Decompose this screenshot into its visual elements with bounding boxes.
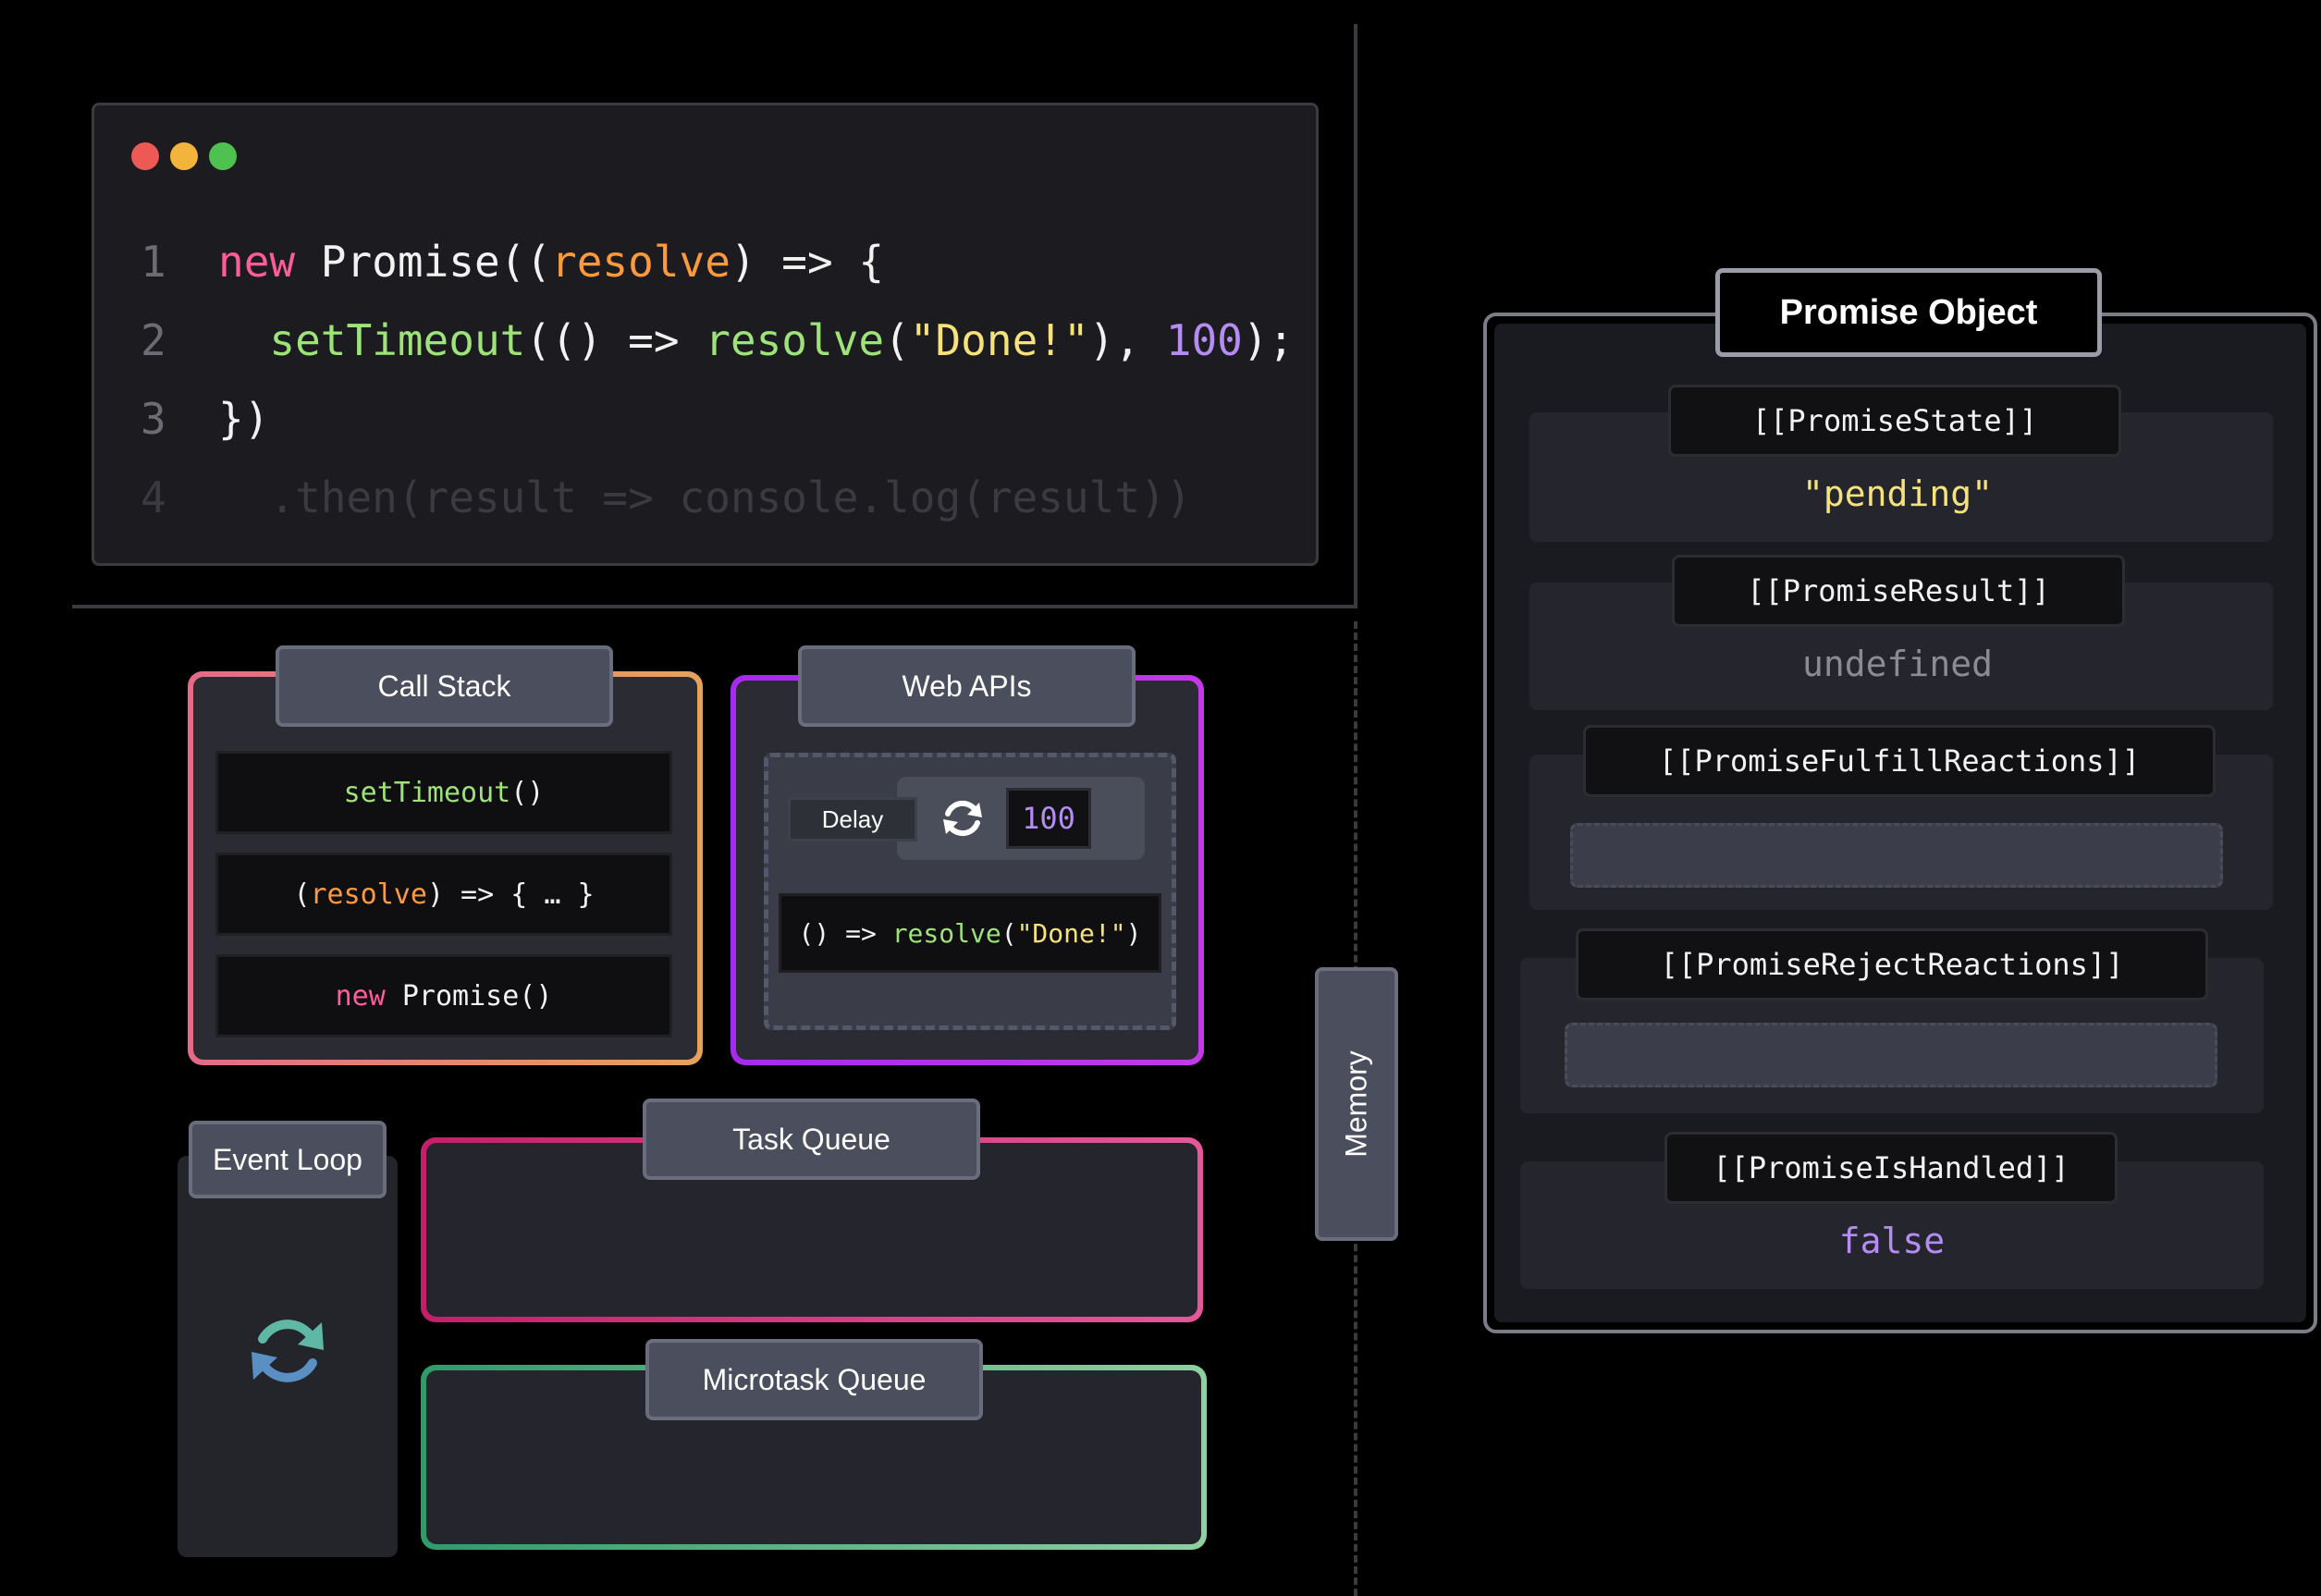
event-loop-title: Event Loop	[189, 1121, 387, 1198]
code-token: "Done!"	[909, 315, 1089, 365]
frame-token: setTimeout	[343, 776, 511, 809]
code-token: new	[218, 237, 296, 287]
code-token: })	[218, 394, 270, 444]
horizontal-divider	[72, 605, 1357, 608]
refresh-icon	[936, 792, 989, 845]
code-token: (	[884, 315, 910, 365]
code-line: 1 new Promise((resolve) => {	[141, 237, 884, 287]
code-line: 2 setTimeout(() => resolve("Done!"), 100…	[141, 315, 1294, 365]
call-stack-frame: (resolve) => { … }	[215, 853, 672, 936]
reject-reactions-label: [[PromiseRejectReactions]]	[1576, 928, 2208, 1001]
code-token: 100	[1165, 315, 1243, 365]
promise-state-label: [[PromiseState]]	[1668, 385, 2121, 457]
callback-token: () =>	[798, 917, 892, 949]
promise-state-value: "pending"	[1802, 473, 1993, 514]
line-number: 4	[141, 473, 166, 522]
callback-token: )	[1125, 917, 1142, 949]
callback-token: (	[1001, 917, 1017, 949]
frame-token: new	[335, 979, 386, 1013]
memory-text: Memory	[1339, 1050, 1373, 1158]
vertical-divider	[1354, 24, 1357, 608]
code-token: ) => {	[730, 237, 885, 287]
delay-value: 100	[1006, 788, 1091, 849]
window-minimize-dot[interactable]	[170, 142, 198, 170]
promise-object-title: Promise Object	[1715, 268, 2102, 357]
call-stack-title: Call Stack	[276, 645, 613, 727]
event-loop-icon	[242, 1306, 333, 1396]
timer-callback: () => resolve("Done!")	[779, 893, 1161, 973]
frame-token: (	[293, 878, 311, 911]
callback-token: resolve	[891, 917, 1001, 949]
line-number: 2	[141, 315, 166, 365]
promise-result-value: undefined	[1802, 644, 1993, 684]
code-line: 3})	[141, 394, 269, 444]
code-editor: 1 new Promise((resolve) => {2 setTimeout(…	[92, 103, 1319, 566]
window-maximize-dot[interactable]	[209, 142, 237, 170]
code-token: .then(result => console.log(result))	[218, 473, 1192, 522]
call-stack-frame: new Promise()	[215, 954, 672, 1037]
callback-token: "Done!"	[1016, 917, 1126, 949]
window-close-dot[interactable]	[131, 142, 159, 170]
frame-token: ()	[510, 776, 545, 809]
call-stack-frame: setTimeout()	[215, 751, 672, 834]
fulfill-reactions-slot	[1570, 823, 2223, 888]
code-token: setTimeout	[218, 315, 526, 365]
reject-reactions-slot	[1565, 1023, 2217, 1087]
fulfill-reactions-label: [[PromiseFulfillReactions]]	[1583, 725, 2216, 797]
microtask-queue-title: Microtask Queue	[645, 1339, 983, 1420]
frame-token: ) => { … }	[426, 878, 595, 911]
code-token: resolve	[705, 315, 885, 365]
frame-token: Promise()	[385, 979, 553, 1013]
code-token: ),	[1088, 315, 1166, 365]
frame-token: resolve	[310, 878, 427, 911]
line-number: 3	[141, 394, 166, 444]
promise-result-label: [[PromiseResult]]	[1672, 555, 2125, 627]
delay-label: Delay	[788, 797, 917, 841]
web-apis-title: Web APIs	[798, 645, 1136, 727]
code-token: resolve	[551, 237, 731, 287]
code-token: (() =>	[525, 315, 706, 365]
memory-label: Memory	[1315, 967, 1398, 1241]
task-queue-title: Task Queue	[643, 1099, 980, 1180]
code-line: 4 .then(result => console.log(result))	[141, 473, 1191, 522]
code-token: Promise((	[295, 237, 552, 287]
promise-handled-label: [[PromiseIsHandled]]	[1664, 1132, 2118, 1204]
promise-handled-value: false	[1838, 1221, 1946, 1261]
code-token: );	[1242, 315, 1295, 365]
line-number: 1	[141, 237, 166, 287]
